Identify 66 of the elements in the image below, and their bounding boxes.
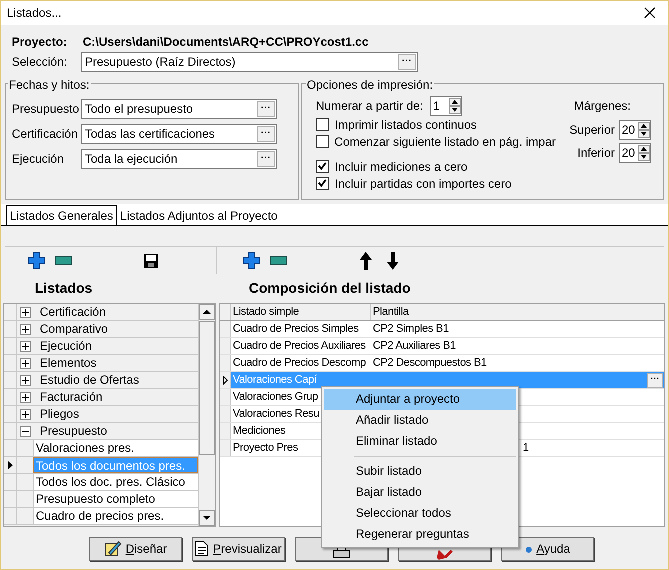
table-cell-text: CP2 Descompuestos B1	[372, 356, 488, 371]
column-header[interactable]: Plantilla	[371, 304, 664, 320]
tree-item[interactable]: Facturación	[40, 388, 103, 406]
field-label: Superior	[570, 122, 615, 139]
table-row[interactable]: Cuadro de Precios Auxiliares CP2 Auxiliares B1	[220, 338, 664, 355]
field-label: Numerar a partir de:	[316, 98, 424, 115]
checkbox-label: Incluir partidas con importes cero	[335, 176, 512, 192]
field-label: Presupuesto	[12, 101, 80, 118]
table-cell-text: Mediciones	[232, 424, 287, 439]
dialog-button[interactable]: Diseñar	[89, 537, 182, 561]
table-row[interactable]: Valoraciones Capí ···	[220, 372, 664, 389]
table-row[interactable]: Cuadro de Precios Simples CP2 Simples B1	[220, 321, 664, 338]
checkbox-label: Comenzar siguiente listado en pág. impar	[334, 134, 556, 150]
menu-item[interactable]: Bajar listado	[324, 482, 516, 503]
tree-item[interactable]: Ejecución	[40, 337, 92, 355]
selection-label: Selección:	[12, 54, 68, 71]
checkbox-label: Imprimir listados continuos	[335, 116, 478, 134]
table-cell-text: 1	[522, 440, 530, 456]
panel-heading: Composición del listado	[249, 278, 411, 298]
ellipsis-button[interactable]: ···	[647, 372, 663, 388]
tree-item[interactable]: Presupuesto completo	[33, 491, 198, 507]
table-cell-text: Valoraciones Capí	[232, 373, 318, 388]
number-spinner[interactable]: 1	[430, 96, 462, 116]
tree-item[interactable]: Pliegos	[40, 405, 80, 423]
tree-item[interactable]: Certificación	[40, 303, 106, 321]
tree-item[interactable]: Comparativo	[40, 320, 108, 338]
field-label: Certificación	[12, 126, 80, 143]
checkbox-label: Incluir mediciones a cero	[335, 158, 468, 176]
field-label: Inferior	[578, 145, 615, 162]
tree-item[interactable]: Cuadro de precios pres.	[33, 508, 198, 524]
ellipsis-button[interactable]: ···	[257, 151, 275, 167]
date-field[interactable]: Todas las certificaciones ···	[81, 124, 277, 144]
table-cell-text: Cuadro de Precios Auxiliares	[232, 339, 367, 354]
column-header[interactable]: Listado simple	[231, 304, 371, 320]
table-cell-text: Cuadro de Precios Descomp	[232, 356, 368, 371]
panel-heading: Listados	[35, 278, 94, 298]
tree-item[interactable]: Presupuesto	[40, 422, 108, 440]
tree-item[interactable]: Elementos	[40, 354, 97, 372]
field-label: Ejecución	[12, 151, 66, 168]
ellipsis-button[interactable]: ···	[257, 101, 275, 117]
ellipsis-button[interactable]: ···	[257, 126, 275, 142]
dialog-button[interactable]: Ayuda	[501, 537, 594, 561]
menu-item[interactable]: Subir listado	[324, 461, 516, 482]
menu-item[interactable]: Adjuntar a proyecto	[324, 389, 516, 410]
tree-item[interactable]: Estudio de Ofertas	[40, 371, 140, 389]
menu-item[interactable]: Seleccionar todos	[324, 503, 516, 524]
tab[interactable]: Listados Generales	[6, 205, 118, 225]
window-title: Listados...	[7, 5, 62, 22]
project-label: Proyecto:	[12, 34, 68, 51]
table-cell-text: CP2 Auxiliares B1	[372, 338, 457, 354]
selection-field[interactable]: Presupuesto (Raíz Directos) ···	[81, 52, 418, 72]
menu-item[interactable]: Eliminar listado	[324, 431, 516, 452]
margin-spinner[interactable]: 20	[619, 143, 651, 163]
table-row[interactable]: Cuadro de Precios Descomp CP2 Descompuestos B1	[220, 355, 664, 372]
menu-item[interactable]: Añadir listado	[324, 410, 516, 431]
table-cell-text: CP2 Simples B1	[372, 322, 450, 337]
margin-spinner[interactable]: 20	[619, 120, 651, 140]
table-cell-text: Cuadro de Precios Simples	[232, 322, 360, 337]
dialog-button[interactable]: Previsualizar	[192, 537, 285, 561]
ellipsis-button[interactable]: ···	[398, 54, 416, 70]
tree-item[interactable]: Todos los doc. pres. Clásico	[33, 474, 198, 490]
project-path: C:\Users\dani\Documents\ARQ+CC\PROYcost1.cc	[83, 34, 369, 51]
tree-item[interactable]: Valoraciones pres.	[33, 440, 198, 456]
margins-label: Márgenes:	[574, 98, 631, 115]
date-field[interactable]: Todo el presupuesto ···	[81, 99, 277, 119]
date-field[interactable]: Toda la ejecución ···	[81, 149, 277, 169]
